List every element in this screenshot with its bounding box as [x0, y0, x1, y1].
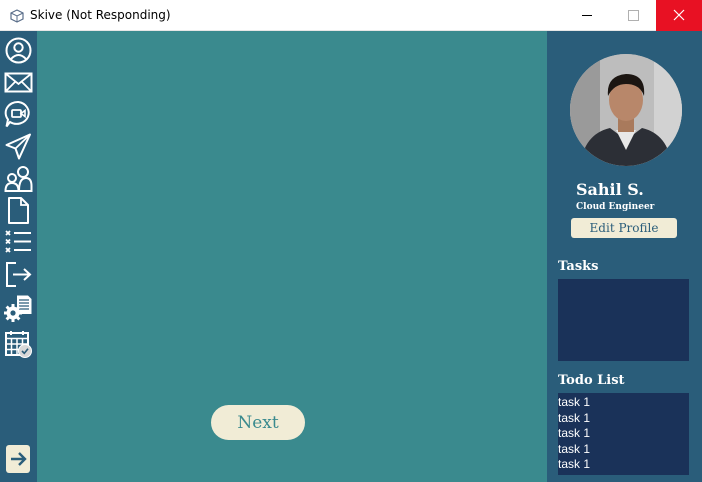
- profile-role: Cloud Engineer: [576, 202, 655, 212]
- title-bar: Skive (Not Responding): [0, 0, 702, 31]
- people-icon[interactable]: [4, 164, 33, 193]
- checklist-icon[interactable]: [4, 228, 33, 257]
- profile-name: Sahil S.: [576, 180, 644, 199]
- edit-profile-button[interactable]: Edit Profile: [571, 218, 677, 238]
- tasks-list: [558, 279, 689, 361]
- todo-heading: Todo List: [558, 373, 625, 388]
- profile-panel: Sahil S. Cloud Engineer Edit Profile Tas…: [547, 31, 702, 482]
- mail-icon[interactable]: [4, 68, 33, 97]
- list-item: task 1: [558, 410, 591, 425]
- calendar-check-icon[interactable]: [4, 330, 33, 359]
- video-chat-icon[interactable]: [4, 100, 33, 129]
- close-button[interactable]: [656, 0, 702, 31]
- todo-list: task 1 task 1 task 1 task 1 task 1: [558, 393, 689, 475]
- list-item: task 1: [558, 441, 591, 456]
- app-logo-icon: [9, 8, 25, 24]
- arrow-right-icon[interactable]: [6, 445, 30, 473]
- maximize-button[interactable]: [610, 0, 656, 31]
- settings-document-icon[interactable]: [4, 294, 33, 323]
- minimize-button[interactable]: [564, 0, 610, 31]
- file-icon[interactable]: [4, 196, 33, 225]
- user-circle-icon[interactable]: [4, 36, 33, 65]
- main-content: Next: [37, 31, 547, 482]
- send-icon[interactable]: [4, 132, 33, 161]
- next-button[interactable]: Next: [211, 405, 305, 440]
- tasks-heading: Tasks: [558, 259, 599, 274]
- list-item: task 1: [558, 395, 591, 409]
- list-item: task 1: [558, 457, 591, 472]
- list-item: task 1: [558, 426, 591, 441]
- window-title: Skive (Not Responding): [30, 8, 171, 22]
- logout-icon[interactable]: [4, 260, 33, 289]
- sidebar: [0, 31, 37, 482]
- avatar: [570, 54, 682, 166]
